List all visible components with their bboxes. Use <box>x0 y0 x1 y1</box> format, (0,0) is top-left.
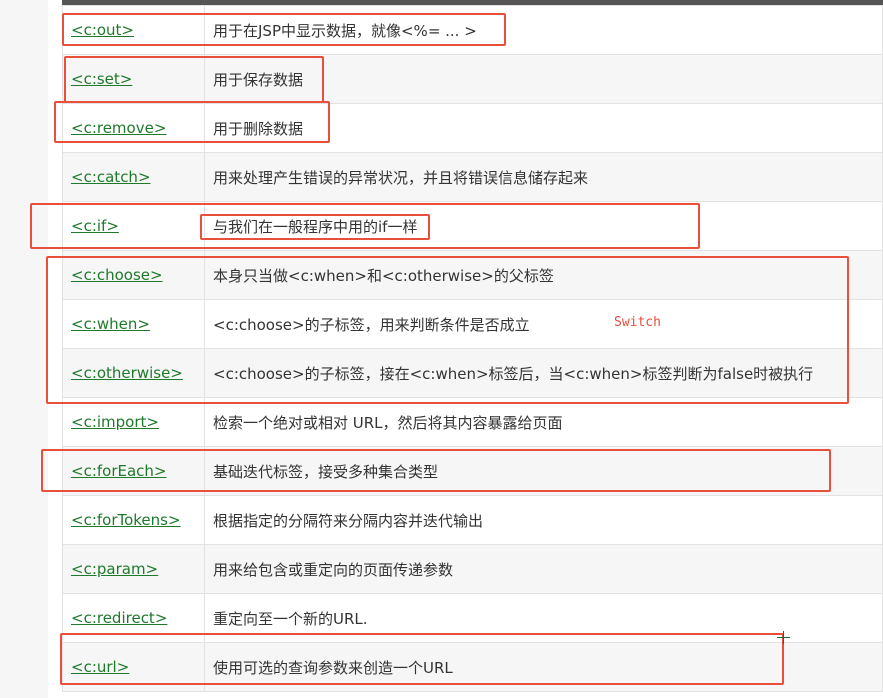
tag-link-c-remove[interactable]: <c:remove> <box>71 119 166 137</box>
tag-link-c-fortokens[interactable]: <c:forTokens> <box>71 511 181 529</box>
description-cell: 基础迭代标签，接受多种集合类型 <box>204 446 883 496</box>
left-margin <box>0 0 48 698</box>
table-row: <c:redirect> 重定向至一个新的URL. <box>62 593 883 643</box>
tag-link-c-out[interactable]: <c:out> <box>71 21 134 39</box>
tag-cell: <c:url> <box>62 642 205 692</box>
table-row: <c:catch> 用来处理产生错误的异常状况，并且将错误信息储存起来 <box>62 152 883 202</box>
tag-link-c-url[interactable]: <c:url> <box>71 658 129 676</box>
tag-link-c-foreach[interactable]: <c:forEach> <box>71 462 167 480</box>
tag-cell: <c:otherwise> <box>62 348 205 398</box>
tag-link-c-param[interactable]: <c:param> <box>71 560 158 578</box>
description-cell: 用于删除数据 <box>204 103 883 153</box>
tag-link-c-when[interactable]: <c:when> <box>71 315 150 333</box>
description-cell: 用于保存数据 <box>204 54 883 104</box>
table-row: <c:url> 使用可选的查询参数来创造一个URL <box>62 642 883 692</box>
description-cell: 与我们在一般程序中用的if一样 <box>204 201 883 251</box>
tag-link-c-otherwise[interactable]: <c:otherwise> <box>71 364 183 382</box>
table-row: <c:if> 与我们在一般程序中用的if一样 <box>62 201 883 251</box>
description-cell: 用来给包含或重定向的页面传递参数 <box>204 544 883 594</box>
description-cell: 本身只当做<c:when>和<c:otherwise>的父标签 <box>204 250 883 300</box>
tag-cell: <c:when> <box>62 299 205 349</box>
tag-link-c-if[interactable]: <c:if> <box>71 217 119 235</box>
tag-cell: <c:redirect> <box>62 593 205 643</box>
description-cell: 用来处理产生错误的异常状况，并且将错误信息储存起来 <box>204 152 883 202</box>
tag-cell: <c:forEach> <box>62 446 205 496</box>
tag-cell: <c:param> <box>62 544 205 594</box>
tag-cell: <c:catch> <box>62 152 205 202</box>
table-row: <c:param> 用来给包含或重定向的页面传递参数 <box>62 544 883 594</box>
tag-link-c-import[interactable]: <c:import> <box>71 413 159 431</box>
switch-annotation: Switch <box>614 315 661 330</box>
table-row: <c:set> 用于保存数据 <box>62 54 883 104</box>
table-row: <c:when> <c:choose>的子标签，用来判断条件是否成立 <box>62 299 883 349</box>
table-row: <c:import> 检索一个绝对或相对 URL，然后将其内容暴露给页面 <box>62 397 883 447</box>
tag-cell: <c:remove> <box>62 103 205 153</box>
tag-cell: <c:forTokens> <box>62 495 205 545</box>
description-cell: 用于在JSP中显示数据，就像<%= ... > <box>204 5 883 55</box>
tag-cell: <c:choose> <box>62 250 205 300</box>
table-row: <c:otherwise> <c:choose>的子标签，接在<c:when>标… <box>62 348 883 398</box>
table-row: <c:choose> 本身只当做<c:when>和<c:otherwise>的父… <box>62 250 883 300</box>
description-cell: 检索一个绝对或相对 URL，然后将其内容暴露给页面 <box>204 397 883 447</box>
tag-cell: <c:import> <box>62 397 205 447</box>
tag-link-c-choose[interactable]: <c:choose> <box>71 266 163 284</box>
tag-link-c-redirect[interactable]: <c:redirect> <box>71 609 167 627</box>
tag-cell: <c:set> <box>62 54 205 104</box>
jstl-core-tags-table: <c:out> 用于在JSP中显示数据，就像<%= ... > <c:set> … <box>62 5 883 692</box>
tag-cell: <c:out> <box>62 5 205 55</box>
table-row: <c:forTokens> 根据指定的分隔符来分隔内容并迭代输出 <box>62 495 883 545</box>
tag-link-c-set[interactable]: <c:set> <box>71 70 132 88</box>
crosshair-cursor-icon <box>777 631 790 644</box>
description-cell: 使用可选的查询参数来创造一个URL <box>204 642 883 692</box>
tag-link-c-catch[interactable]: <c:catch> <box>71 168 151 186</box>
table-row: <c:remove> 用于删除数据 <box>62 103 883 153</box>
description-cell: 根据指定的分隔符来分隔内容并迭代输出 <box>204 495 883 545</box>
description-cell: <c:choose>的子标签，接在<c:when>标签后，当<c:when>标签… <box>204 348 883 398</box>
tag-cell: <c:if> <box>62 201 205 251</box>
description-cell: <c:choose>的子标签，用来判断条件是否成立 <box>204 299 883 349</box>
table-row: <c:out> 用于在JSP中显示数据，就像<%= ... > <box>62 5 883 55</box>
table-row: <c:forEach> 基础迭代标签，接受多种集合类型 <box>62 446 883 496</box>
